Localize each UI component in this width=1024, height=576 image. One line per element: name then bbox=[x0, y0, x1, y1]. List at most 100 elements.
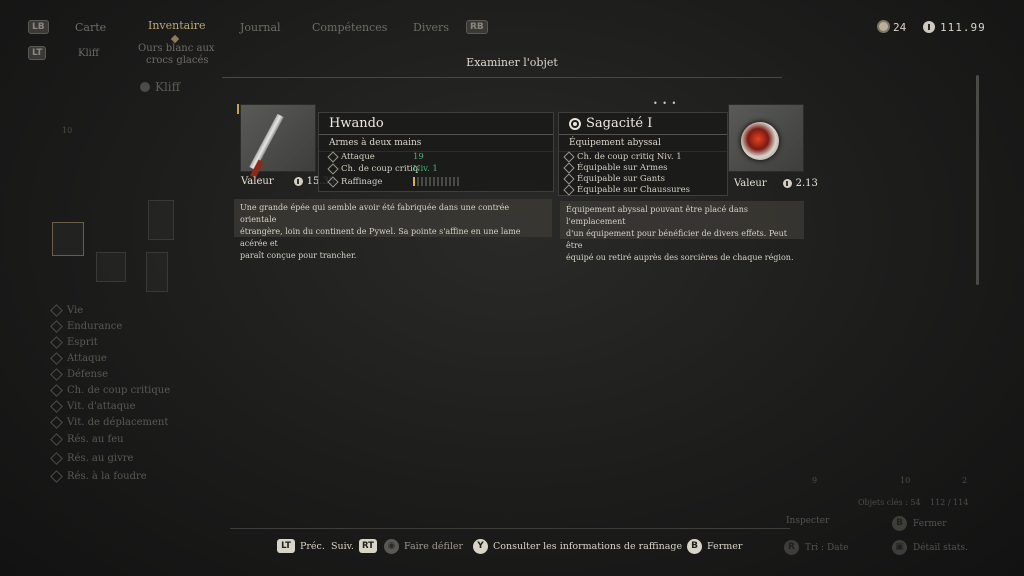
refine-segment bbox=[425, 177, 427, 186]
rt-button-icon: RT bbox=[358, 539, 377, 553]
skull-icon bbox=[877, 20, 890, 33]
r-button-icon: R bbox=[784, 540, 799, 555]
gear-type: Équipement abyssal bbox=[559, 135, 727, 152]
view-button-icon: ▣ bbox=[892, 540, 907, 555]
lightning-icon bbox=[50, 470, 63, 483]
stat-vie: Vie bbox=[50, 304, 83, 317]
attr-critique: Ch. de coup critiq bbox=[327, 163, 418, 175]
subtab-companion-line2[interactable]: crocs glacés bbox=[146, 55, 209, 66]
close-control[interactable]: B Fermer bbox=[687, 539, 742, 554]
fire-icon bbox=[50, 433, 63, 446]
weapon-description: Une grande épée qui semble avoir été fab… bbox=[234, 199, 552, 260]
shield-icon bbox=[50, 368, 63, 381]
subtab-companion-line1[interactable]: Ours blanc aux bbox=[138, 43, 215, 54]
abyss-icon bbox=[569, 117, 581, 130]
bg-count-2: 10 bbox=[900, 476, 911, 485]
bg-slot-count: 10 bbox=[62, 126, 73, 135]
refine-segment bbox=[433, 177, 435, 186]
coin-icon bbox=[782, 179, 792, 188]
character-name: Kliff bbox=[140, 80, 180, 94]
refine-segment bbox=[437, 177, 439, 186]
stat-defense: Défense bbox=[50, 368, 108, 381]
tab-journal[interactable]: Journal bbox=[240, 21, 281, 34]
modal-divider bbox=[222, 77, 782, 78]
gear-attr-critique: Ch. de coup critiq Niv. 1 bbox=[563, 151, 682, 163]
scroll-control[interactable]: ◉ Faire défiler bbox=[384, 539, 463, 554]
refine-segment bbox=[441, 177, 443, 186]
boot-icon bbox=[563, 184, 575, 196]
attr-raffinage: Raffinage bbox=[327, 176, 382, 188]
sword-icon bbox=[327, 151, 339, 163]
refine-segment bbox=[421, 177, 423, 186]
stat-res-feu: Rés. au feu bbox=[50, 433, 124, 446]
objets-count: 112 / 114 bbox=[930, 498, 969, 507]
refine-segment bbox=[457, 177, 459, 186]
gear-attr-gants: Équipable sur Gants bbox=[563, 173, 665, 185]
move-speed-icon bbox=[50, 416, 63, 429]
coin-icon bbox=[923, 21, 935, 33]
frost-icon bbox=[50, 452, 63, 465]
stat-critique: Ch. de coup critique bbox=[50, 384, 170, 397]
attr-attaque: Attaque bbox=[327, 151, 375, 163]
coin-icon bbox=[293, 177, 303, 186]
gear-attr-armes: Équipable sur Armes bbox=[563, 162, 668, 174]
stat-vit-attaque: Vit. d'attaque bbox=[50, 400, 136, 413]
refine-segment bbox=[445, 177, 447, 186]
refine-info-control[interactable]: Y Consulter les informations de raffinag… bbox=[473, 539, 682, 554]
detail-stats-hint[interactable]: ▣ Détail stats. bbox=[892, 540, 968, 555]
character-icon bbox=[140, 82, 150, 92]
tab-divers[interactable]: Divers bbox=[413, 21, 449, 34]
tab-competences[interactable]: Compétences bbox=[312, 21, 387, 34]
stat-res-givre: Rés. au givre bbox=[50, 452, 133, 465]
weapon-type: Armes à deux mains bbox=[319, 135, 553, 152]
attack-speed-icon bbox=[50, 400, 63, 413]
skull-count: 24 bbox=[893, 21, 907, 34]
stat-vit-deplacement: Vit. de déplacement bbox=[50, 416, 168, 429]
gear-attr-chaussures: Équipable sur Chaussures bbox=[563, 184, 690, 196]
refine-segment bbox=[417, 177, 419, 186]
refine-segment bbox=[453, 177, 455, 186]
prev-control[interactable]: LT Préc. bbox=[277, 539, 325, 553]
inspect-hint[interactable]: Inspecter bbox=[786, 516, 829, 526]
y-button-icon: Y bbox=[473, 539, 488, 554]
stat-endurance: Endurance bbox=[50, 320, 122, 333]
b-button-icon: B bbox=[892, 516, 907, 531]
bottom-divider bbox=[230, 528, 790, 529]
stat-attaque: Attaque bbox=[50, 352, 107, 365]
subtab-kliff[interactable]: Kliff bbox=[78, 48, 99, 59]
right-stick-icon: ◉ bbox=[384, 539, 399, 554]
tab-inventaire[interactable]: Inventaire bbox=[148, 19, 206, 32]
equipment-slot-armor[interactable] bbox=[148, 200, 174, 240]
equipment-slot-boots[interactable] bbox=[146, 252, 168, 292]
modal-title: Examiner l'objet bbox=[466, 56, 558, 69]
rb-button-prompt[interactable]: RB bbox=[466, 20, 488, 34]
lb-button-prompt[interactable]: LB bbox=[28, 20, 49, 34]
sword-icon bbox=[50, 352, 63, 365]
refine-segment bbox=[449, 177, 451, 186]
sword-icon bbox=[563, 162, 575, 174]
weapon-name: Hwando bbox=[319, 113, 553, 135]
critical-icon bbox=[327, 163, 339, 175]
stat-esprit: Esprit bbox=[50, 336, 98, 349]
stat-res-foudre: Rés. à la foudre bbox=[50, 470, 147, 483]
equipment-slot-gloves[interactable] bbox=[96, 252, 126, 282]
tab-carte[interactable]: Carte bbox=[75, 21, 106, 34]
equipment-slot-weapon[interactable] bbox=[52, 222, 84, 256]
refine-segment bbox=[429, 177, 431, 186]
glove-icon bbox=[563, 173, 575, 185]
lt-button-prompt[interactable]: LT bbox=[28, 46, 47, 60]
sort-hint[interactable]: R Tri : Date bbox=[784, 540, 848, 555]
scrollbar[interactable] bbox=[976, 75, 979, 285]
gear-value: Valeur 2.13 bbox=[734, 178, 818, 189]
spirit-icon bbox=[50, 336, 63, 349]
active-tab-indicator bbox=[170, 34, 180, 44]
refine-segment bbox=[413, 177, 415, 186]
refine-icon bbox=[327, 176, 339, 188]
abyss-orb-icon bbox=[741, 122, 779, 160]
next-control[interactable]: Suiv. RT bbox=[331, 539, 377, 553]
critical-icon bbox=[50, 384, 63, 397]
coin-count: 111.99 bbox=[940, 21, 986, 34]
bg-close-hint[interactable]: B Fermer bbox=[892, 516, 947, 531]
objets-cles-label: Objets clés : 54 bbox=[858, 498, 921, 507]
bg-count-1: 9 bbox=[812, 476, 818, 485]
